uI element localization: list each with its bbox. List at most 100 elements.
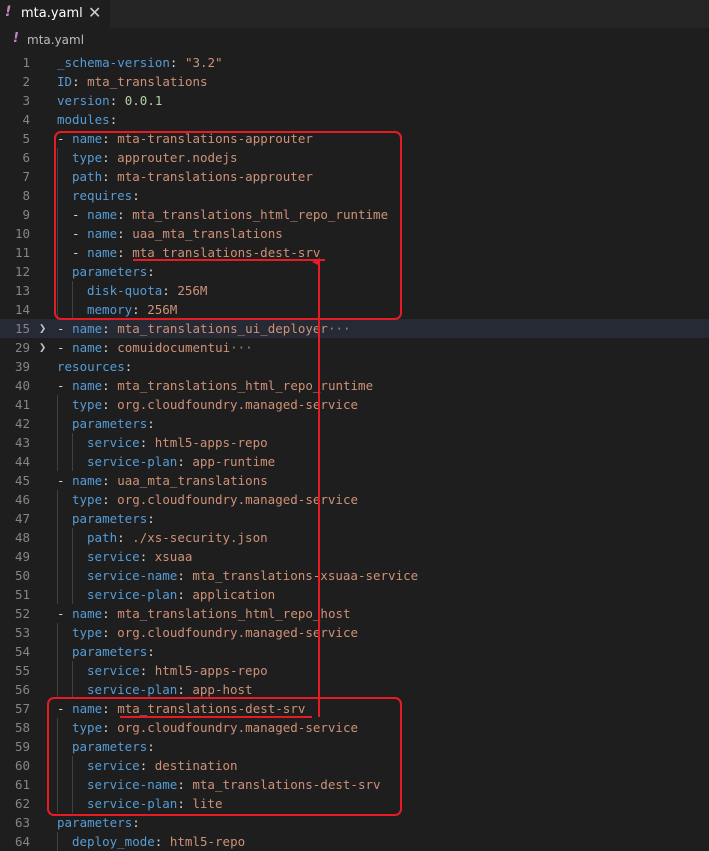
line-number: 50 — [14, 568, 30, 583]
tab-bar: ! mta.yaml ✕ — [0, 0, 709, 28]
code-line[interactable]: 47 parameters: — [0, 509, 709, 528]
code-text: deploy_mode: html5-repo — [72, 834, 246, 849]
code-text: service-name: mta_translations-xsuaa-ser… — [87, 568, 419, 583]
code-text: service: xsuaa — [87, 549, 193, 564]
line-number: 43 — [14, 435, 30, 450]
code-text: - name: mta_translations_html_repo_runti… — [57, 378, 374, 393]
line-number: 58 — [14, 720, 30, 735]
line-number: 53 — [14, 625, 30, 640]
line-number: 47 — [14, 511, 30, 526]
code-line[interactable]: 64 deploy_mode: html5-repo — [0, 832, 709, 851]
code-text: parameters: — [72, 511, 155, 526]
line-number: 7 — [22, 169, 30, 184]
indent-guide — [72, 433, 73, 471]
code-text: - name: mta_translations_html_repo_host — [57, 606, 351, 621]
line-number: 49 — [14, 549, 30, 564]
code-text: _schema-version: "3.2" — [57, 55, 223, 70]
line-number: 13 — [14, 283, 30, 298]
code-line[interactable]: 1 _schema-version: "3.2" — [0, 53, 709, 72]
code-line[interactable]: 41 type: org.cloudfoundry.managed-service — [0, 395, 709, 414]
line-number: 51 — [14, 587, 30, 602]
highlight-box-approuter-module — [54, 131, 402, 320]
code-text: service: html5-apps-repo — [87, 435, 268, 450]
tab-title: mta.yaml — [21, 6, 83, 21]
code-text: service: html5-apps-repo — [87, 663, 268, 678]
line-number: 45 — [14, 473, 30, 488]
code-text: service-plan: app-runtime — [87, 454, 276, 469]
line-number: 1 — [22, 55, 30, 70]
line-number: 14 — [14, 302, 30, 317]
code-text: - name: uaa_mta_translations — [57, 473, 268, 488]
line-number: 4 — [22, 112, 30, 127]
line-number: 54 — [14, 644, 30, 659]
indent-guide — [57, 623, 58, 699]
line-number: 48 — [14, 530, 30, 545]
chevron-right-icon[interactable]: ❯ — [39, 319, 46, 338]
code-line[interactable]: 54 parameters: — [0, 642, 709, 661]
line-number: 56 — [14, 682, 30, 697]
line-number: 6 — [22, 150, 30, 165]
code-text: parameters: — [72, 644, 155, 659]
line-number: 15 — [14, 321, 30, 336]
line-number: 12 — [14, 264, 30, 279]
code-line[interactable]: 48 path: ./xs-security.json — [0, 528, 709, 547]
line-number: 59 — [14, 739, 30, 754]
code-text: type: org.cloudfoundry.managed-service — [72, 625, 358, 640]
code-line[interactable]: 39 resources: — [0, 357, 709, 376]
indent-guide — [72, 661, 73, 699]
breadcrumb: ! mta.yaml — [0, 28, 709, 52]
line-number: 63 — [14, 815, 30, 830]
code-line[interactable]: 55 service: html5-apps-repo — [0, 661, 709, 680]
code-text: service-plan: application — [87, 587, 276, 602]
code-text: ID: mta_translations — [57, 74, 208, 89]
indent-guide — [57, 395, 58, 471]
code-line[interactable]: 42 parameters: — [0, 414, 709, 433]
code-text: type: org.cloudfoundry.managed-service — [72, 492, 358, 507]
yaml-file-icon: ! — [13, 31, 19, 46]
line-number: 39 — [14, 359, 30, 374]
line-number: 55 — [14, 663, 30, 678]
code-text: - name: mta_translations_ui_deployer··· — [57, 321, 351, 336]
code-line[interactable]: 52 - name: mta_translations_html_repo_hos… — [0, 604, 709, 623]
line-number: 10 — [14, 226, 30, 241]
line-number: 61 — [14, 777, 30, 792]
breadcrumb-file[interactable]: mta.yaml — [27, 33, 84, 47]
line-number: 44 — [14, 454, 30, 469]
line-number: 9 — [22, 207, 30, 222]
code-line[interactable]: 2 ID: mta_translations — [0, 72, 709, 91]
code-line[interactable]: 45 - name: uaa_mta_translations — [0, 471, 709, 490]
line-number: 40 — [14, 378, 30, 393]
underline-requires-dest-srv — [133, 259, 325, 261]
line-number: 41 — [14, 397, 30, 412]
code-line[interactable]: 40 - name: mta_translations_html_repo_run… — [0, 376, 709, 395]
code-text: modules: — [57, 112, 118, 127]
code-line[interactable]: 50 service-name: mta_translations-xsuaa-s… — [0, 566, 709, 585]
code-text: type: org.cloudfoundry.managed-service — [72, 397, 358, 412]
line-number: 46 — [14, 492, 30, 507]
tab-mta-yaml[interactable]: ! mta.yaml ✕ — [0, 0, 110, 28]
chevron-right-icon[interactable]: ❯ — [39, 338, 46, 357]
code-line[interactable]: 46 type: org.cloudfoundry.managed-service — [0, 490, 709, 509]
yaml-file-icon: ! — [5, 4, 12, 20]
line-number: 8 — [22, 188, 30, 203]
code-line[interactable]: 43 service: html5-apps-repo — [0, 433, 709, 452]
close-icon[interactable]: ✕ — [88, 3, 101, 22]
line-number: 64 — [14, 834, 30, 849]
line-number: 3 — [22, 93, 30, 108]
line-number: 60 — [14, 758, 30, 773]
code-line[interactable]: 44 service-plan: app-runtime — [0, 452, 709, 471]
code-line[interactable]: 49 service: xsuaa — [0, 547, 709, 566]
line-number: 42 — [14, 416, 30, 431]
line-number: 52 — [14, 606, 30, 621]
indent-guide — [57, 490, 58, 604]
code-line[interactable]: 51 service-plan: application — [0, 585, 709, 604]
line-number: 11 — [14, 245, 30, 260]
line-number: 62 — [14, 796, 30, 811]
line-number: 57 — [14, 701, 30, 716]
code-text: resources: — [57, 359, 133, 374]
code-line[interactable]: 4 modules: — [0, 110, 709, 129]
code-line[interactable]: 53 type: org.cloudfoundry.managed-service — [0, 623, 709, 642]
code-line[interactable]: 15 ❯ - name: mta_translations_ui_deployer·… — [0, 319, 709, 338]
code-line[interactable]: 3 version: 0.0.1 — [0, 91, 709, 110]
code-line[interactable]: 29 ❯ - name: comuidocumentui··· — [0, 338, 709, 357]
